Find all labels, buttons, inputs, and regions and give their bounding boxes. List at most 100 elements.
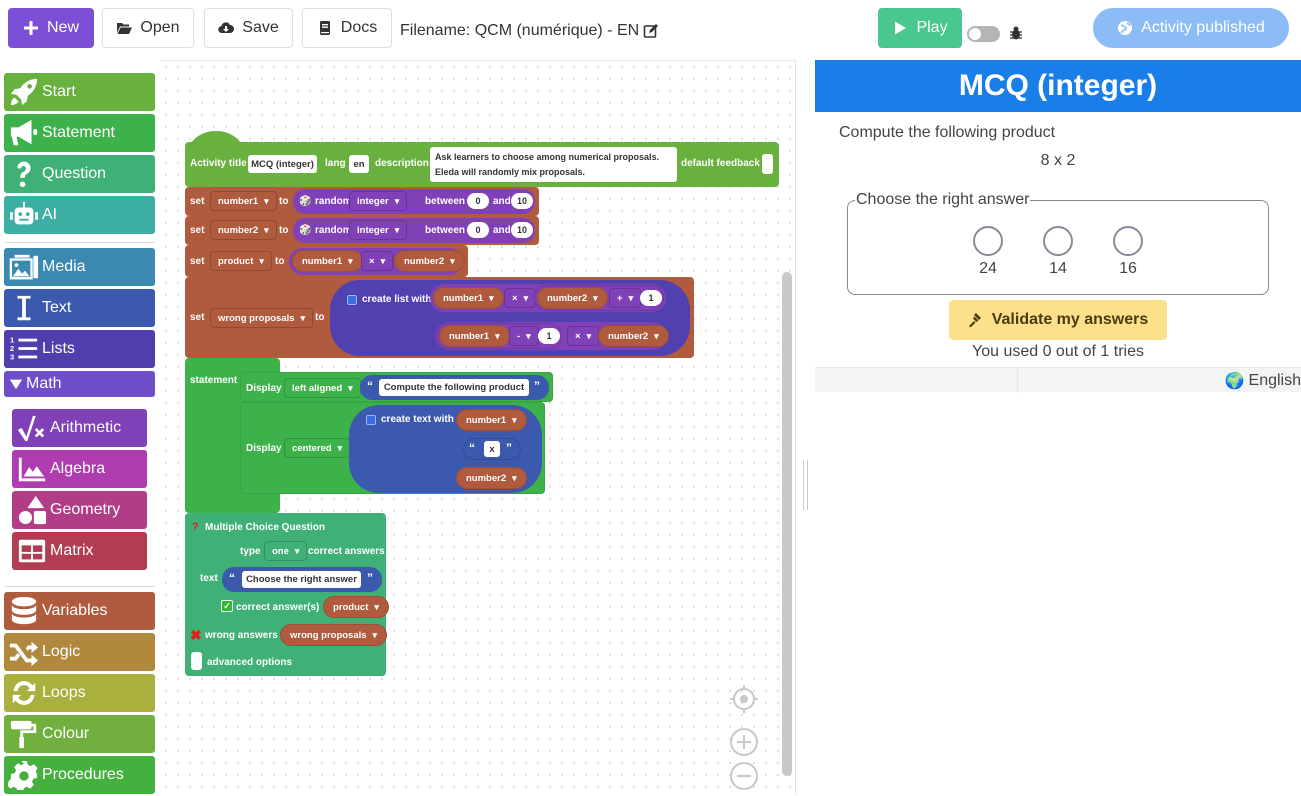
- category-geometry[interactable]: Geometry: [12, 491, 147, 529]
- min-field[interactable]: 0: [467, 193, 489, 209]
- integer-dropdown[interactable]: integer: [349, 220, 408, 240]
- operator-dropdown[interactable]: ×: [567, 326, 600, 346]
- min-field[interactable]: 0: [467, 222, 489, 238]
- text-field[interactable]: x: [484, 441, 500, 457]
- operator-dropdown[interactable]: +: [609, 288, 642, 308]
- activity-block[interactable]: Activity title MCQ (integer) lang en des…: [185, 142, 779, 187]
- zoom-out-button[interactable]: [729, 761, 759, 791]
- text-block[interactable]: “ Compute the following product ”: [360, 375, 549, 400]
- correct-answer-variable[interactable]: product: [323, 596, 389, 618]
- variable-dropdown[interactable]: wrong proposals: [210, 308, 314, 328]
- create-list-block[interactable]: create list with number1 × number2 + 1 n…: [330, 280, 690, 356]
- pane-resize-handle[interactable]: [803, 460, 808, 510]
- blocks-workspace[interactable]: Activity title MCQ (integer) lang en des…: [160, 60, 795, 795]
- variable-number2[interactable]: number2: [456, 467, 527, 489]
- text-block[interactable]: “ Choose the right answer ”: [222, 567, 382, 592]
- radio-button[interactable]: [1113, 226, 1143, 256]
- max-field[interactable]: 10: [511, 193, 533, 209]
- variable-number1[interactable]: number1: [456, 409, 527, 431]
- max-field[interactable]: 10: [511, 222, 533, 238]
- category-loops[interactable]: Loops: [4, 674, 155, 712]
- activity-title-field[interactable]: MCQ (integer): [248, 155, 317, 173]
- alignment-dropdown[interactable]: left aligned: [284, 378, 361, 398]
- category-math[interactable]: Math: [4, 371, 155, 397]
- variable-number1[interactable]: number1: [292, 250, 363, 272]
- variable-dropdown[interactable]: product: [210, 251, 272, 271]
- operator-dropdown[interactable]: ×: [361, 251, 394, 271]
- question-text-field[interactable]: Choose the right answer: [242, 571, 361, 588]
- category-procedures[interactable]: Procedures: [4, 756, 155, 794]
- recenter-button[interactable]: [729, 684, 759, 714]
- subtract-block[interactable]: number1 - 1: [436, 323, 562, 349]
- alignment-dropdown[interactable]: centered: [284, 438, 351, 458]
- docs-button[interactable]: Docs: [302, 8, 392, 48]
- mutator-gear-icon[interactable]: [347, 295, 357, 305]
- category-arithmetic[interactable]: Arithmetic: [12, 409, 147, 447]
- new-button[interactable]: New: [8, 8, 94, 48]
- multiply-block[interactable]: number1 × number2: [289, 248, 465, 275]
- create-text-block[interactable]: create text with number1 “ x ” number2: [349, 405, 542, 493]
- variable-dropdown[interactable]: number2: [210, 220, 277, 240]
- add-block[interactable]: number2 + 1: [534, 285, 664, 311]
- wrong-answers-variable[interactable]: wrong proposals: [280, 624, 388, 646]
- answer-option[interactable]: 14: [1038, 226, 1078, 278]
- category-logic[interactable]: Logic: [4, 633, 155, 671]
- category-start[interactable]: Start: [4, 73, 155, 111]
- category-text[interactable]: Text: [4, 289, 155, 327]
- variable-number2[interactable]: number2: [598, 325, 669, 347]
- zoom-in-button[interactable]: [729, 727, 759, 757]
- variable-number2[interactable]: number2: [394, 250, 465, 272]
- advanced-options-checkbox[interactable]: [191, 652, 202, 670]
- type-dropdown[interactable]: one: [264, 541, 308, 561]
- play-button[interactable]: Play: [878, 8, 962, 48]
- number-field[interactable]: 1: [640, 290, 662, 306]
- set-number2-block[interactable]: set number2 to 🎲 random integer between …: [185, 216, 539, 245]
- category-question[interactable]: Question: [4, 155, 155, 193]
- answer-option[interactable]: 16: [1108, 226, 1148, 278]
- random-integer-block[interactable]: 🎲 random integer between 0 and 10: [293, 218, 535, 243]
- edit-icon[interactable]: [643, 23, 659, 39]
- expression-row2[interactable]: number1 - 1 × number2: [435, 322, 669, 350]
- category-lists[interactable]: 123 Lists: [4, 330, 155, 368]
- expression-row1[interactable]: number1 × number2 + 1: [430, 284, 666, 312]
- category-variables[interactable]: Variables: [4, 592, 155, 630]
- variable-dropdown[interactable]: number1: [210, 191, 277, 211]
- category-statement[interactable]: Statement: [4, 114, 155, 152]
- mcq-block[interactable]: ? Multiple Choice Question type one corr…: [185, 513, 389, 676]
- variable-number1[interactable]: number1: [439, 325, 510, 347]
- answer-option[interactable]: 24: [968, 226, 1008, 278]
- activity-published-button[interactable]: Activity published: [1093, 8, 1289, 48]
- save-button[interactable]: Save: [204, 8, 293, 48]
- integer-dropdown[interactable]: integer: [349, 191, 408, 211]
- random-integer-block[interactable]: 🎲 random integer between 0 and 10: [293, 189, 535, 214]
- random-label: random: [315, 225, 352, 236]
- mutator-gear-icon[interactable]: [366, 415, 376, 425]
- set-wrong-proposals-block[interactable]: set wrong proposals to create list with …: [185, 277, 694, 358]
- radio-button[interactable]: [973, 226, 1003, 256]
- display-centered-block[interactable]: Display centered create text with number…: [240, 402, 545, 494]
- category-matrix[interactable]: Matrix: [12, 532, 147, 570]
- variable-number2[interactable]: number2: [537, 287, 608, 309]
- open-button[interactable]: Open: [102, 8, 194, 48]
- display-left-aligned-block[interactable]: Display left aligned “ Compute the follo…: [240, 372, 553, 402]
- number-field[interactable]: 1: [538, 328, 560, 344]
- workspace-scrollbar[interactable]: [782, 272, 792, 776]
- set-product-block[interactable]: set product to number1 × number2: [185, 245, 468, 277]
- category-ai[interactable]: AI: [4, 196, 155, 234]
- operator-dropdown[interactable]: -: [509, 326, 539, 346]
- description-field[interactable]: Ask learners to choose among numerical p…: [430, 147, 677, 182]
- category-media[interactable]: Media: [4, 248, 155, 286]
- language-selector[interactable]: 🌍 English: [1225, 371, 1301, 391]
- validate-button[interactable]: Validate my answers: [949, 300, 1167, 340]
- radio-button[interactable]: [1043, 226, 1073, 256]
- debug-toggle[interactable]: [967, 26, 1000, 42]
- set-number1-block[interactable]: set number1 to 🎲 random integer between …: [185, 187, 539, 216]
- text-field[interactable]: Compute the following product: [379, 379, 529, 396]
- operator-dropdown[interactable]: ×: [504, 288, 537, 308]
- default-feedback-field[interactable]: [762, 154, 773, 174]
- category-algebra[interactable]: Algebra: [12, 450, 147, 488]
- text-block[interactable]: “ x ”: [463, 438, 521, 460]
- category-colour[interactable]: Colour: [4, 715, 155, 753]
- variable-number1[interactable]: number1: [433, 287, 504, 309]
- lang-field[interactable]: en: [349, 155, 369, 173]
